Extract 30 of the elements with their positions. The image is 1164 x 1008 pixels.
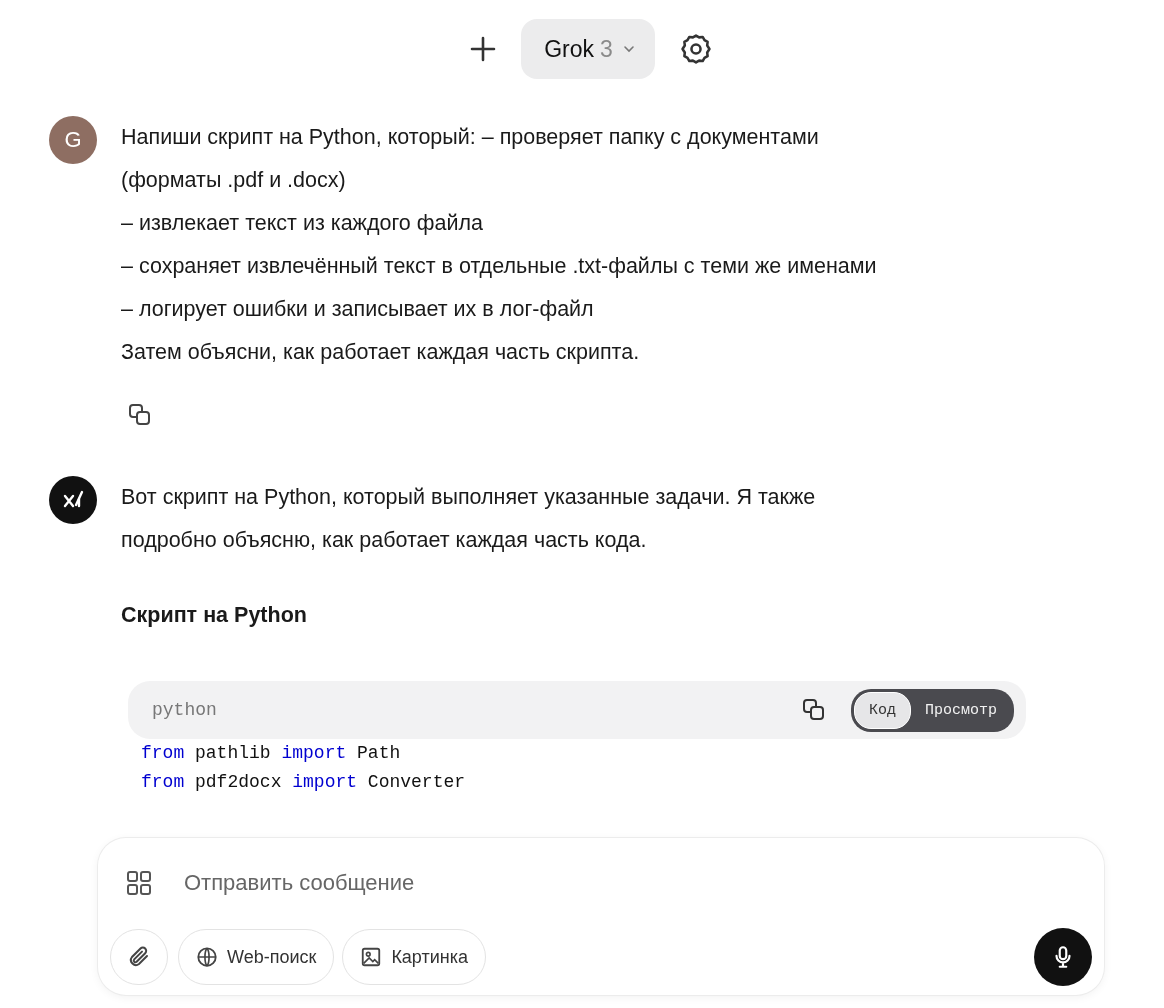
copy-icon <box>800 697 827 723</box>
section-heading: Скрипт на Python <box>121 602 307 629</box>
voice-button[interactable] <box>1034 928 1092 986</box>
plus-icon <box>469 35 498 63</box>
copy-icon <box>127 402 153 428</box>
view-tab[interactable]: Просмотр <box>911 691 1011 729</box>
message-line: Затем объясни, как работает каждая часть скрипта. <box>121 339 640 366</box>
message-line: – логирует ошибки и записывает их в лог-файл <box>121 296 594 323</box>
code-line: from pathlib import Path <box>140 742 402 765</box>
code-line: from pdf2docx import Converter <box>140 771 467 794</box>
code-language: python <box>152 700 218 720</box>
view-tab[interactable]: Код <box>853 691 911 729</box>
user-avatar: G <box>49 116 97 164</box>
paperclip-icon <box>127 945 151 969</box>
grid-icon <box>126 870 152 896</box>
chevron-down-icon <box>622 45 635 53</box>
copy-button[interactable] <box>800 697 827 723</box>
message-line: Вот скрипт на Python, который выполняет указанные задачи. Я также <box>121 484 816 511</box>
image-icon <box>360 946 383 968</box>
message-input[interactable]: Отправить сообщение <box>182 869 1076 897</box>
message-line: Напиши скрипт на Python, который: – проверяет папку с документами <box>121 124 819 151</box>
message-line: – сохраняет извлечённый текст в отдельные .txt-файлы с теми же именами <box>121 253 877 280</box>
globe-icon <box>196 946 218 968</box>
settings-icon <box>678 32 713 66</box>
new-chat-button[interactable] <box>469 35 498 63</box>
message-line: (форматы .pdf и .docx) <box>121 167 346 194</box>
model-selector[interactable]: Grok 3 <box>521 19 655 79</box>
settings-button[interactable] <box>678 32 713 66</box>
message-line: – извлекает текст из каждого файла <box>121 210 483 237</box>
message-line: подробно объясню, как работает каждая часть кода. <box>121 527 647 554</box>
